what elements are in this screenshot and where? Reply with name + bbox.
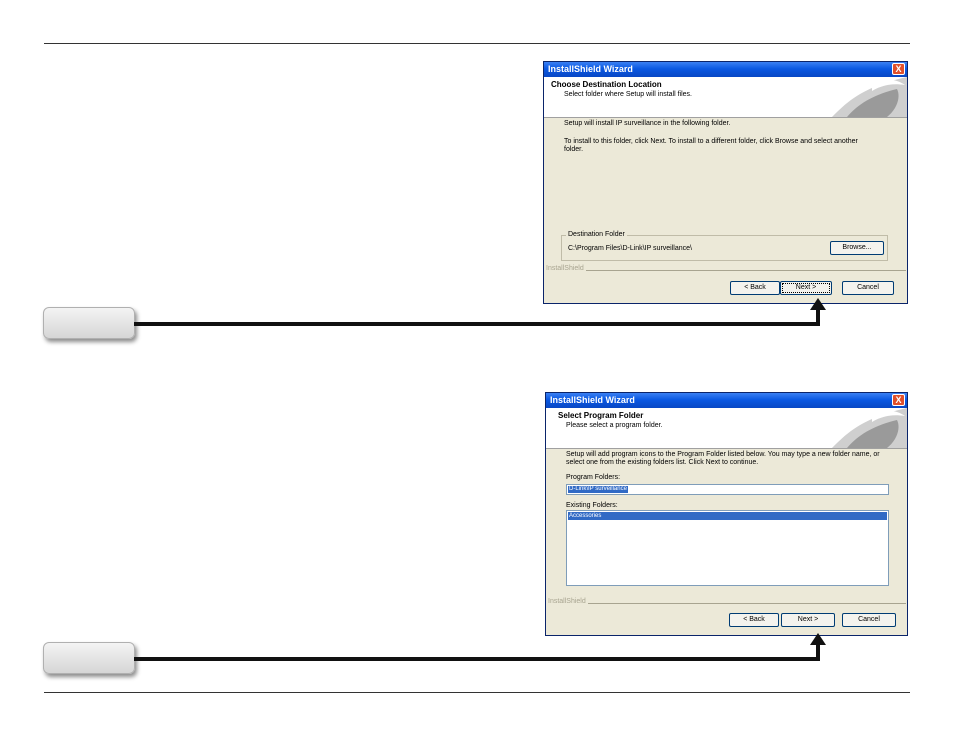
- window-title: InstallShield Wizard: [550, 395, 635, 405]
- program-folder-value: D-Link\IP surveillance: [568, 486, 628, 493]
- callout-pill: [43, 642, 135, 674]
- next-button[interactable]: Next >: [781, 613, 835, 627]
- info-line-1: Setup will add program icons to the Prog…: [566, 451, 880, 466]
- info-line-2: To install to this folder, click Next. T…: [564, 138, 858, 153]
- title-bar: InstallShield Wizard: [544, 62, 907, 77]
- cancel-button[interactable]: Cancel: [842, 613, 896, 627]
- title-bar: InstallShield Wizard: [546, 393, 907, 408]
- list-item[interactable]: Accessories: [568, 512, 887, 520]
- dialog-choose-destination: InstallShield Wizard X Choose Destinatio…: [543, 61, 908, 304]
- wizard-header: Choose Destination Location Select folde…: [544, 77, 907, 118]
- callout-connector-line: [134, 322, 820, 326]
- destination-path: C:\Program Files\D-Link\IP surveillance\: [568, 245, 692, 252]
- installshield-logo-icon: [832, 408, 907, 448]
- footer-separator: [546, 270, 906, 271]
- bottom-rule: [44, 692, 910, 693]
- window-title: InstallShield Wizard: [548, 64, 633, 74]
- installshield-label: InstallShield: [548, 598, 588, 605]
- footer-separator: [548, 603, 906, 604]
- arrow-up-icon: [810, 633, 826, 645]
- header-subtitle: Please select a program folder.: [566, 422, 663, 429]
- top-rule: [44, 43, 910, 44]
- browse-button[interactable]: Browse...: [830, 241, 884, 255]
- back-button[interactable]: < Back: [730, 281, 780, 295]
- close-button[interactable]: X: [892, 394, 905, 406]
- callout-connector-line: [134, 657, 820, 661]
- existing-folders-list[interactable]: Accessories: [566, 510, 889, 586]
- close-button[interactable]: X: [892, 63, 905, 75]
- dialog-select-program-folder: InstallShield Wizard X Select Program Fo…: [545, 392, 908, 636]
- existing-folders-label: Existing Folders:: [566, 502, 618, 509]
- destination-folder-group: Destination Folder C:\Program Files\D-Li…: [561, 231, 888, 261]
- cancel-button[interactable]: Cancel: [842, 281, 894, 295]
- arrow-up-icon: [810, 298, 826, 310]
- program-folders-label: Program Folders:: [566, 474, 621, 481]
- callout-pill: [43, 307, 135, 339]
- program-folder-input[interactable]: D-Link\IP surveillance: [566, 484, 889, 495]
- header-title: Select Program Folder: [558, 411, 644, 420]
- info-line-1: Setup will install IP surveillance in th…: [564, 120, 731, 127]
- back-button[interactable]: < Back: [729, 613, 779, 627]
- header-subtitle: Select folder where Setup will install f…: [564, 91, 693, 98]
- header-title: Choose Destination Location: [551, 80, 662, 89]
- installshield-logo-icon: [832, 77, 907, 117]
- next-button[interactable]: Next >: [780, 281, 832, 295]
- group-label: Destination Folder: [566, 231, 627, 238]
- wizard-header: Select Program Folder Please select a pr…: [546, 408, 907, 449]
- installshield-label: InstallShield: [546, 265, 586, 272]
